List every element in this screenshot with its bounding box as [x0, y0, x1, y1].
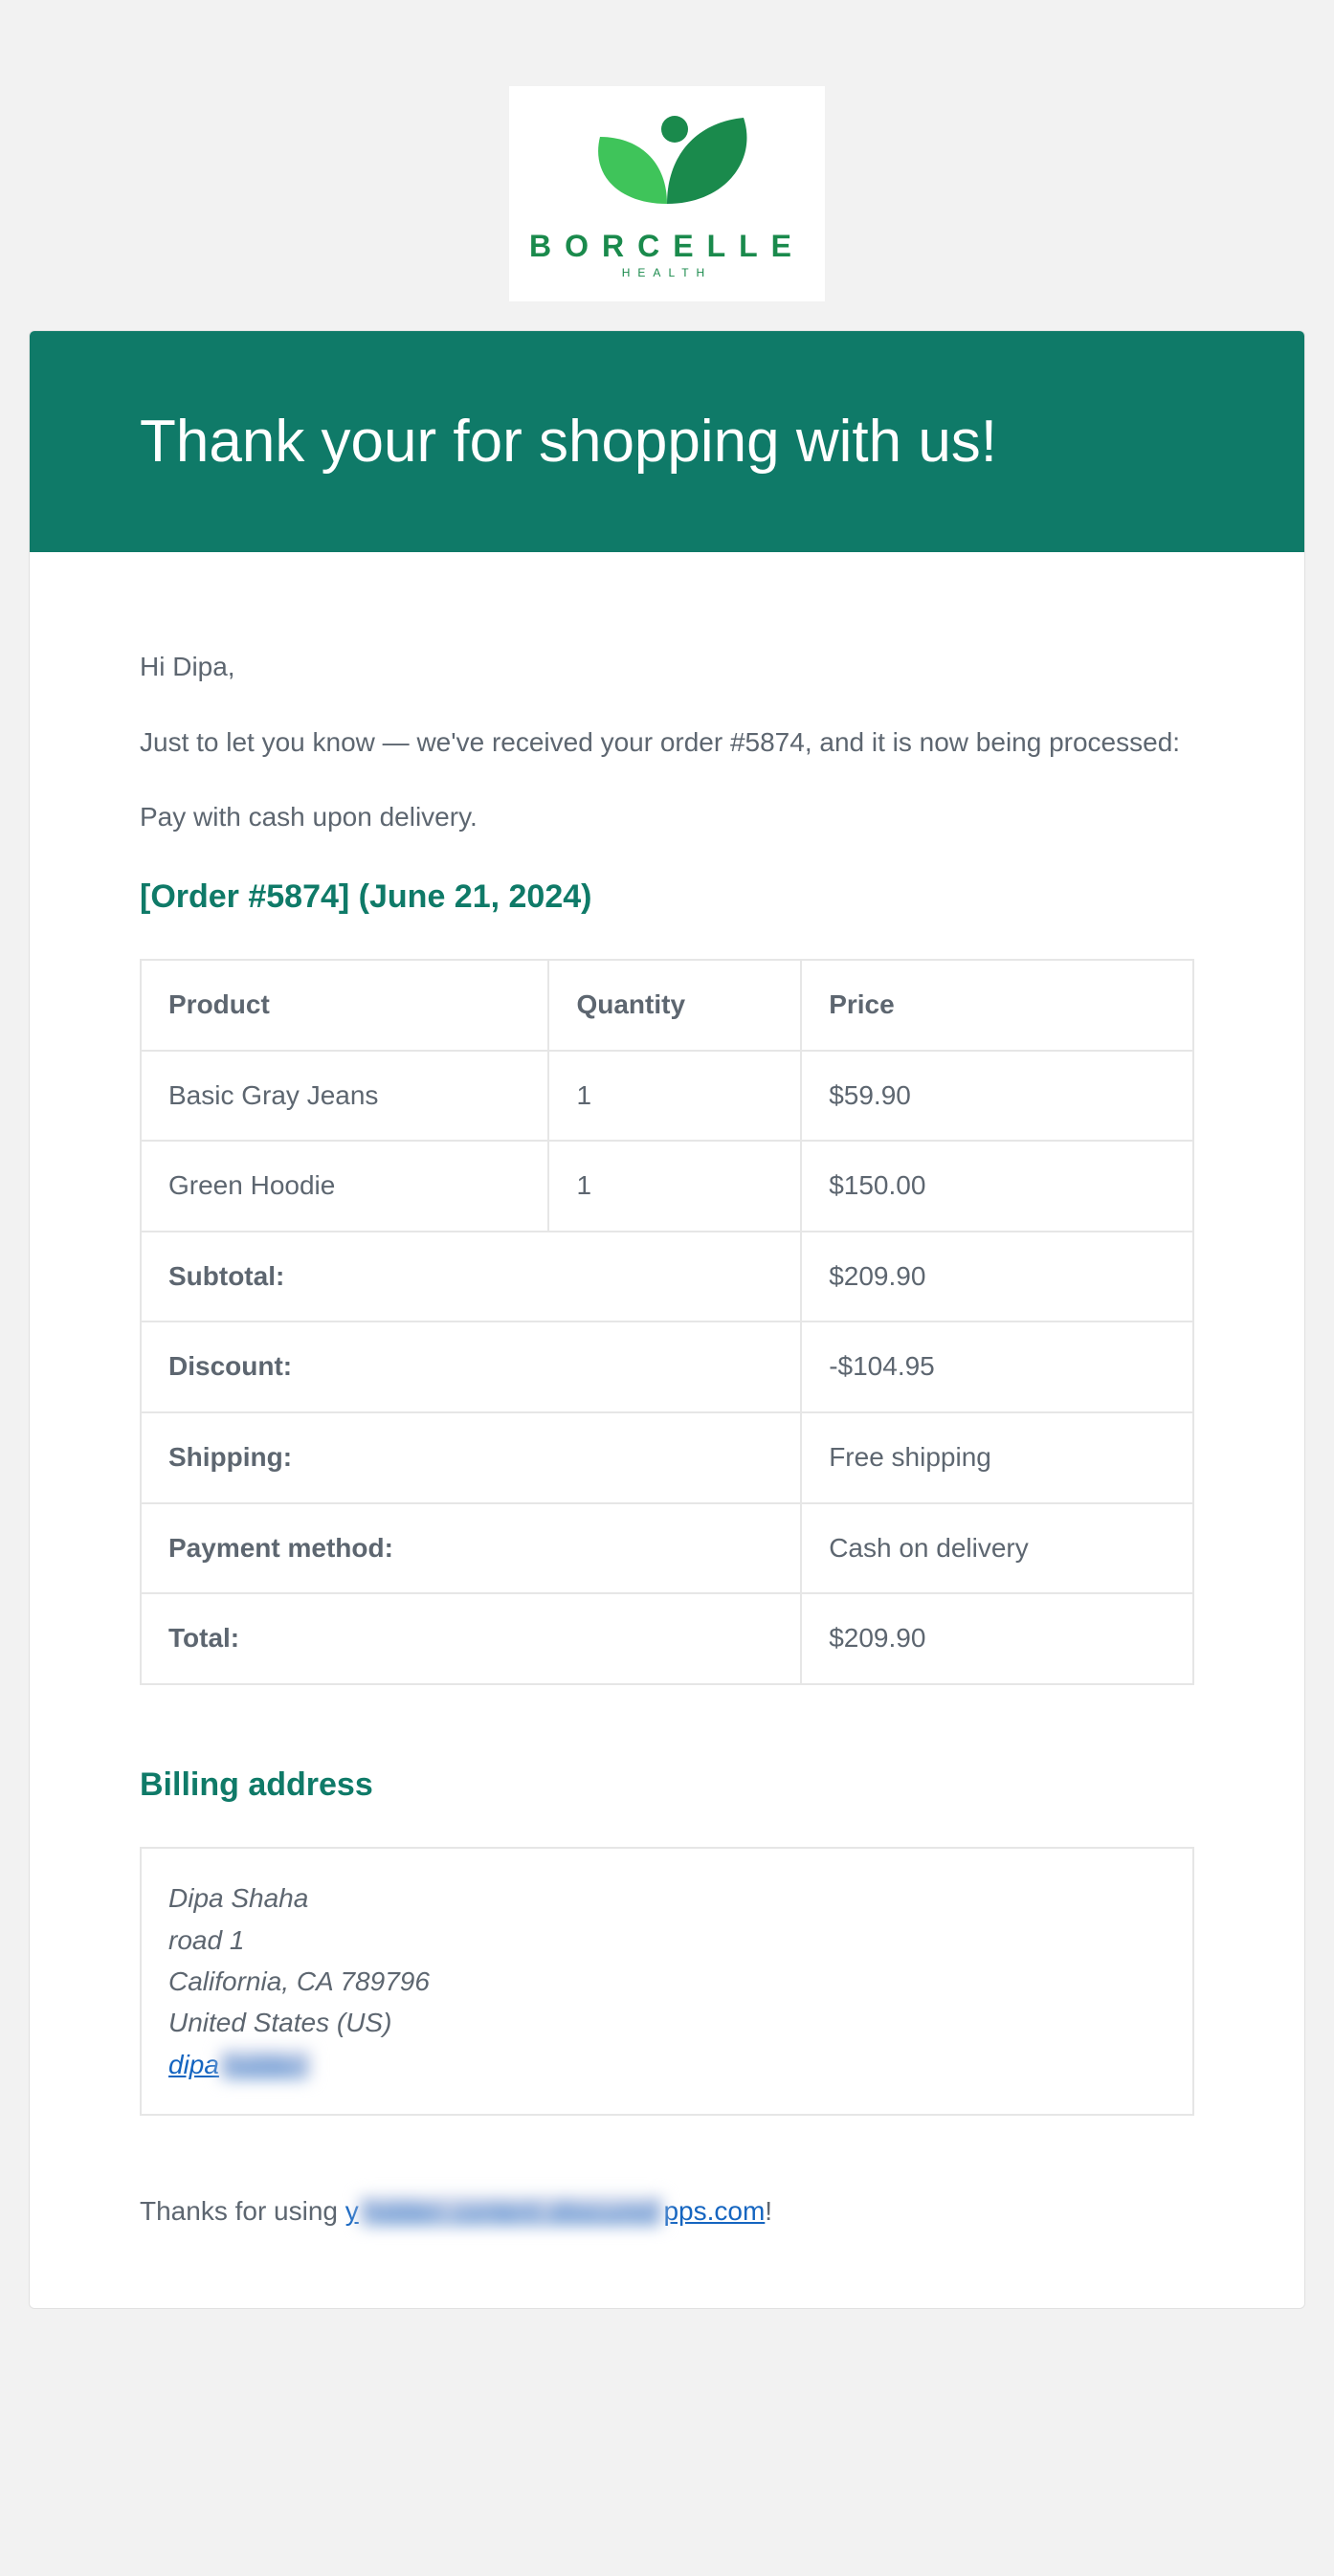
cell-product: Basic Gray Jeans [141, 1051, 548, 1142]
total-value: $209.90 [801, 1232, 1193, 1322]
total-value: Free shipping [801, 1412, 1193, 1503]
total-row: Total: $209.90 [141, 1593, 1193, 1684]
cell-qty: 1 [548, 1051, 801, 1142]
thanks-prefix: Thanks for using [140, 2196, 345, 2226]
total-row: Payment method: Cash on delivery [141, 1503, 1193, 1594]
thanks-line: Thanks for using yhidden content obscure… [140, 2192, 1194, 2232]
cell-qty: 1 [548, 1141, 801, 1232]
total-value: $209.90 [801, 1593, 1193, 1684]
pay-note: Pay with cash upon delivery. [140, 798, 1194, 837]
cell-price: $150.00 [801, 1141, 1193, 1232]
order-heading: [Order #5874] (June 21, 2024) [140, 874, 1194, 921]
intro-text: Just to let you know — we've received yo… [140, 723, 1194, 763]
total-value: Cash on delivery [801, 1503, 1193, 1594]
brand-subtitle: HEALTH [622, 266, 712, 279]
billing-email-link[interactable]: dipahidden [168, 2050, 311, 2079]
banner-title: Thank your for shopping with us! [140, 408, 1194, 476]
billing-country: United States (US) [168, 2002, 1166, 2043]
logo-card: BORCELLE HEALTH [509, 86, 825, 301]
col-price: Price [801, 960, 1193, 1051]
col-product: Product [141, 960, 548, 1051]
billing-box: Dipa Shaha road 1 California, CA 789796 … [140, 1847, 1194, 2116]
brand-name: BORCELLE [529, 229, 805, 264]
total-row: Shipping: Free shipping [141, 1412, 1193, 1503]
redacted-text: hidden content obscured [359, 2196, 664, 2226]
table-row: Basic Gray Jeans 1 $59.90 [141, 1051, 1193, 1142]
email-card: Thank your for shopping with us! Hi Dipa… [29, 330, 1305, 2309]
col-quantity: Quantity [548, 960, 801, 1051]
billing-heading: Billing address [140, 1762, 1194, 1809]
total-value: -$104.95 [801, 1321, 1193, 1412]
greeting-text: Hi Dipa, [140, 648, 1194, 687]
redacted-text: hidden [219, 2050, 311, 2079]
thanks-end: ! [765, 2196, 772, 2226]
cell-product: Green Hoodie [141, 1141, 548, 1232]
total-label: Discount: [141, 1321, 801, 1412]
total-label: Shipping: [141, 1412, 801, 1503]
total-label: Payment method: [141, 1503, 801, 1594]
billing-line2: California, CA 789796 [168, 1961, 1166, 2002]
leaf-icon [562, 108, 772, 223]
total-row: Discount: -$104.95 [141, 1321, 1193, 1412]
cell-price: $59.90 [801, 1051, 1193, 1142]
thanks-link[interactable]: yhidden content obscuredpps.com [345, 2196, 766, 2226]
logo-area: BORCELLE HEALTH [0, 0, 1334, 330]
order-table: Product Quantity Price Basic Gray Jeans … [140, 959, 1194, 1685]
billing-name: Dipa Shaha [168, 1877, 1166, 1919]
total-label: Subtotal: [141, 1232, 801, 1322]
total-label: Total: [141, 1593, 801, 1684]
table-row: Green Hoodie 1 $150.00 [141, 1141, 1193, 1232]
billing-line1: road 1 [168, 1920, 1166, 1961]
banner: Thank your for shopping with us! [30, 331, 1304, 552]
total-row: Subtotal: $209.90 [141, 1232, 1193, 1322]
